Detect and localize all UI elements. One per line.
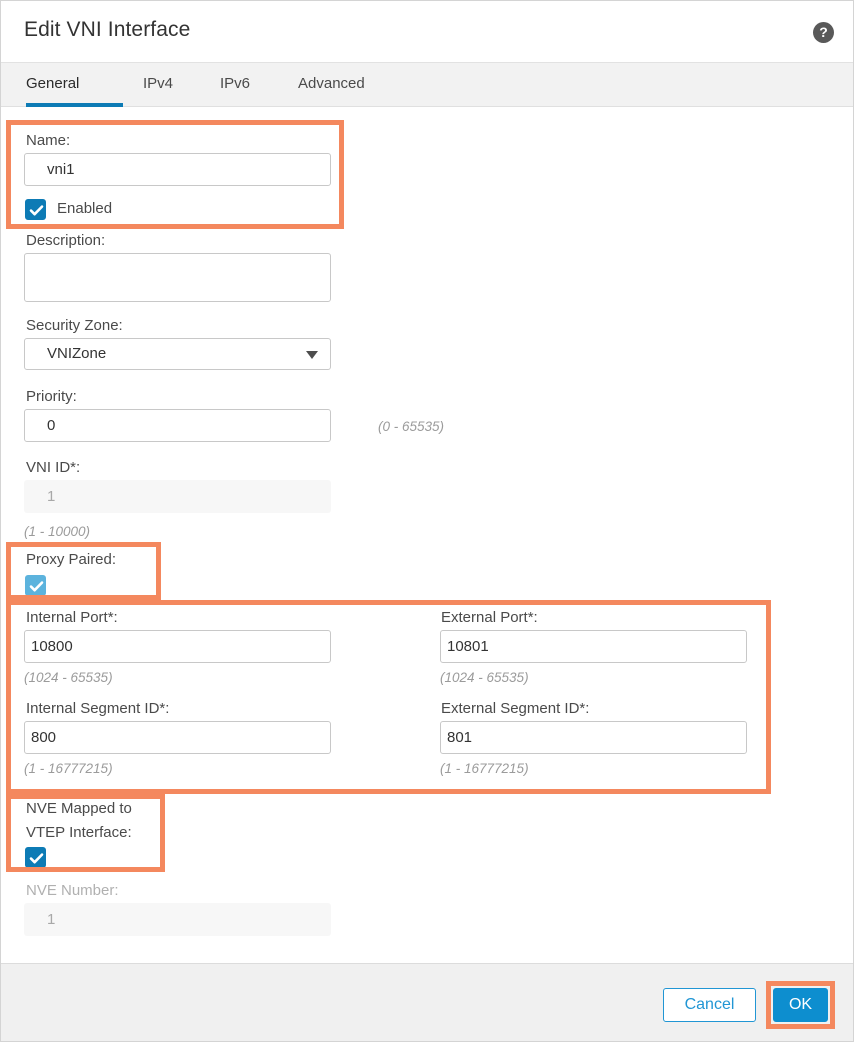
cancel-button[interactable]: Cancel (663, 988, 756, 1022)
tab-bar: General IPv4 IPv6 Advanced (1, 62, 853, 107)
tab-advanced[interactable]: Advanced (298, 63, 388, 107)
form-body: Name: Enabled Description: Security Zone… (1, 107, 853, 963)
tab-ipv6-label: IPv6 (220, 75, 251, 92)
internal-port-input[interactable] (24, 630, 331, 663)
nve-number-label: NVE Number: (26, 882, 119, 899)
dialog-footer: Cancel OK (1, 963, 853, 1041)
external-port-input[interactable] (440, 630, 747, 663)
internal-segment-id-label: Internal Segment ID*: (26, 700, 170, 717)
tab-general[interactable]: General (26, 63, 123, 107)
description-textarea[interactable] (24, 253, 331, 302)
help-circle-icon[interactable]: ? (813, 22, 834, 43)
ok-button[interactable]: OK (773, 988, 828, 1022)
checkmark-icon (29, 581, 44, 592)
internal-segment-id-hint: (1 - 16777215) (24, 761, 113, 776)
enabled-label: Enabled (57, 200, 113, 217)
nve-number-input (24, 903, 331, 936)
dialog-header: Edit VNI Interface ? (1, 1, 853, 62)
external-segment-id-label: External Segment ID*: (441, 700, 590, 717)
external-segment-id-input[interactable] (440, 721, 747, 754)
name-label: Name: (26, 132, 71, 149)
description-label: Description: (26, 232, 106, 249)
tab-general-label: General (26, 75, 80, 92)
internal-port-hint: (1024 - 65535) (24, 670, 113, 685)
priority-hint: (0 - 65535) (378, 419, 445, 434)
external-port-label: External Port*: (441, 609, 538, 626)
checkmark-icon (29, 205, 44, 216)
security-zone-select[interactable]: VNIZone (24, 338, 331, 370)
security-zone-value: VNIZone (47, 345, 107, 362)
external-port-hint: (1024 - 65535) (440, 670, 529, 685)
priority-label: Priority: (26, 388, 77, 405)
vni-id-hint: (1 - 10000) (24, 524, 91, 539)
edit-vni-interface-dialog: Edit VNI Interface ? General IPv4 IPv6 A… (0, 0, 854, 1042)
page-title: Edit VNI Interface (24, 18, 191, 41)
vni-id-input (24, 480, 331, 513)
vni-id-label: VNI ID*: (26, 459, 81, 476)
enabled-checkbox[interactable] (25, 199, 46, 220)
security-zone-label: Security Zone: (26, 317, 123, 334)
nve-mapped-checkbox[interactable] (25, 847, 46, 868)
nve-mapped-label-line2: VTEP Interface: (26, 824, 132, 841)
nve-mapped-label-line1: NVE Mapped to (26, 800, 132, 817)
internal-segment-id-input[interactable] (24, 721, 331, 754)
proxy-paired-label: Proxy Paired: (26, 551, 117, 568)
tab-advanced-label: Advanced (298, 75, 365, 92)
checkmark-icon (29, 853, 44, 864)
external-segment-id-hint: (1 - 16777215) (440, 761, 529, 776)
tab-ipv4[interactable]: IPv4 (143, 63, 186, 107)
tab-ipv4-label: IPv4 (143, 75, 174, 92)
tab-ipv6[interactable]: IPv6 (220, 63, 263, 107)
proxy-paired-checkbox[interactable] (25, 575, 46, 596)
chevron-down-icon (306, 351, 318, 359)
priority-input[interactable] (24, 409, 331, 442)
name-input[interactable] (24, 153, 331, 186)
internal-port-label: Internal Port*: (26, 609, 118, 626)
